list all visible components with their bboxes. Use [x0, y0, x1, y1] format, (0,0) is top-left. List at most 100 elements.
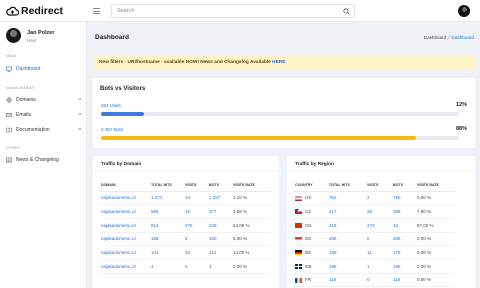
flag-us-icon [295, 195, 302, 201]
table-cell: 11 [365, 245, 391, 260]
country-cell: FR [293, 273, 327, 288]
table-cell: 160 [207, 232, 231, 247]
table-cell: 0 [365, 232, 391, 247]
table-header-row: DOMAIN TOTAL HITS VISITS BOTS VISITS RATE [99, 180, 271, 192]
column-header[interactable]: TOTAL HITS [149, 180, 183, 192]
alert-link[interactable]: HERE [272, 60, 285, 65]
table-cell: 0,00 % [415, 191, 455, 206]
table-cell: 0,00 % [231, 259, 271, 274]
column-header[interactable]: VISITS [365, 180, 391, 192]
column-header[interactable]: VISITS RATE [231, 180, 271, 192]
country-code: CN [305, 222, 312, 228]
table-cell: 0,00 % [415, 232, 455, 247]
table-cell: 1 [365, 259, 391, 274]
column-header[interactable]: TOTAL HITS [327, 180, 365, 192]
table-cell: 7,90 % [415, 204, 455, 219]
domain-link[interactable]: najakadomenu.cz [99, 191, 149, 206]
table-cell: 2 [365, 191, 391, 206]
flag-cn-icon [295, 222, 302, 228]
sidebar-item-domains[interactable]: Domains [6, 95, 84, 104]
country-code: CZ [305, 208, 311, 214]
table-row: SG 286 0 286 0,00 % [293, 232, 455, 247]
sidebar-item-documentation[interactable]: Documentation [6, 125, 84, 134]
hamburger-menu-icon[interactable] [93, 8, 100, 14]
table-row: najakadomenu.cz 593 16 377 3,06 % [99, 204, 271, 219]
table-cell: 115 [391, 273, 415, 288]
table-cell: 0 [365, 273, 391, 288]
app-logo[interactable]: Redirect [6, 4, 63, 18]
flag-cz-icon [295, 209, 302, 215]
breadcrumb: Dashboard / Dashboard [424, 35, 474, 40]
search-input[interactable] [117, 8, 337, 14]
country-code: DE [305, 249, 312, 255]
table-cell: 28 [365, 204, 391, 219]
table-cell: 20 [183, 245, 207, 260]
traffic-by-region-card: Traffic by Region COUNTRY TOTAL HITS VISIT… [287, 156, 475, 288]
table-cell: 3,06 % [231, 204, 271, 219]
flag-gb-icon [295, 263, 302, 269]
table-cell: 8 [183, 232, 207, 247]
table-cell: 14 [183, 191, 207, 206]
sidebar-item-label: Domains [16, 96, 36, 103]
column-header[interactable]: VISITS RATE [415, 180, 455, 192]
alert-text: New filters - URI/hostname - available N… [99, 60, 273, 65]
table-cell: 286 [391, 232, 415, 247]
table-row: GB 186 1 185 0,00 % [293, 259, 455, 274]
column-header[interactable]: COUNTRY [293, 180, 327, 192]
domain-link[interactable]: najakadomenu.cz [99, 245, 149, 260]
table-cell: 760 [391, 191, 415, 206]
column-header[interactable]: BOTS [391, 180, 415, 192]
sidebar-section-main: MAIN [6, 54, 17, 58]
card-title: Traffic by Region [295, 162, 334, 167]
domain-link[interactable]: najakadomenu.cz [99, 218, 149, 233]
flag-sg-icon [295, 236, 302, 242]
flag-fr-icon [295, 277, 302, 283]
table-cell: 417 [327, 204, 365, 219]
table-row: US 762 2 760 0,00 % [293, 191, 455, 206]
table-cell: 389 [391, 204, 415, 219]
table-cell: 186 [327, 259, 365, 274]
table-cell: 593 [149, 204, 183, 219]
domain-link[interactable]: najakadomenu.cz [99, 232, 149, 247]
domain-link[interactable]: najakadomenu.cz [99, 259, 149, 274]
sidebar-section-management: MANAGEMENT [6, 86, 36, 90]
sidebar-item-dashboard[interactable]: Dashboard [6, 64, 84, 73]
chevron-down-icon [78, 98, 82, 101]
table-cell: 286 [327, 232, 365, 247]
search-icon[interactable] [343, 8, 350, 15]
table-cell: 315 [327, 218, 365, 233]
table-cell: 121 [207, 245, 231, 260]
table-row: najakadomenu.cz 168 8 160 5,00 % [99, 232, 271, 247]
domain-link[interactable]: najakadomenu.cz [99, 204, 149, 219]
breadcrumb-current: Dashboard [451, 35, 474, 40]
sidebar: Jan Polzer User MAIN Dashboard MANAGEMEN… [0, 22, 87, 288]
domain-traffic-table: DOMAIN TOTAL HITS VISITS BOTS VISITS RATE na… [99, 180, 271, 274]
sidebar-item-emails[interactable]: Emails [6, 110, 84, 119]
user-role: User [27, 38, 37, 43]
table-cell: 141 [149, 245, 183, 260]
sidebar-item-news-changelog[interactable]: News & Changelog [6, 155, 84, 164]
column-header[interactable]: VISITS [183, 180, 207, 192]
bots-progress-bar [101, 136, 417, 140]
breadcrumb-separator: / [448, 35, 450, 40]
table-cell: 54,09 % [231, 218, 271, 233]
chevron-down-icon [78, 113, 82, 116]
table-cell: 1 271 [149, 191, 183, 206]
column-header[interactable]: BOTS [207, 180, 231, 192]
column-header[interactable]: DOMAIN [99, 180, 149, 192]
card-title: Traffic by Domain [101, 162, 142, 167]
search-box[interactable] [111, 4, 355, 18]
user-avatar-menu[interactable] [458, 5, 470, 17]
sidebar-item-label: Dashboard [16, 65, 41, 72]
table-cell: 0,00 % [415, 273, 455, 288]
table-row: CN 315 273 42 87,00 % [293, 218, 455, 233]
globe-icon [6, 96, 12, 103]
country-cell: US [293, 191, 327, 206]
table-cell: 1 257 [207, 191, 231, 206]
user-name: Jan Polzer [27, 30, 55, 36]
visits-progress-bar [101, 112, 144, 116]
breadcrumb-link[interactable]: Dashboard [424, 35, 446, 40]
table-cell: 168 [149, 232, 183, 247]
table-row: najakadomenu.cz 514 276 238 54,09 % [99, 218, 271, 233]
table-cell: 189 [327, 245, 365, 260]
